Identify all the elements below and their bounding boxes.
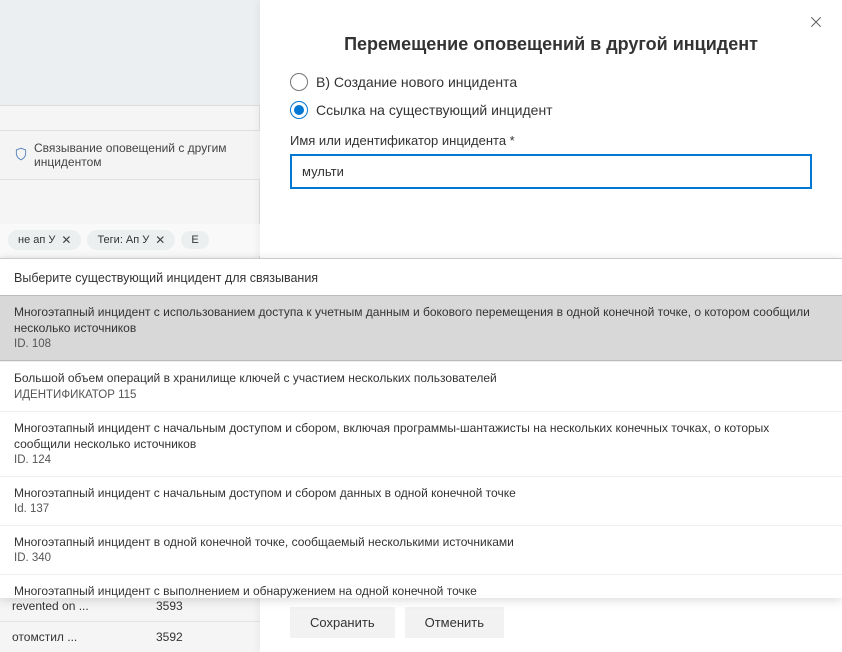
- dropdown-item-title: Многоэтапный инцидент с начальным доступ…: [14, 485, 828, 501]
- incident-id-label: Имя или идентификатор инцидента *: [290, 133, 812, 148]
- shield-icon: [14, 147, 28, 164]
- cancel-button[interactable]: Отменить: [405, 607, 504, 638]
- filter-pill[interactable]: Теги: Ап У ✕: [87, 230, 175, 250]
- close-panel-button[interactable]: [808, 14, 824, 35]
- radio-unselected-icon[interactable]: [290, 73, 308, 91]
- row-cell: 3592: [156, 630, 216, 644]
- dropdown-item-title: Многоэтапный инцидент с начальным доступ…: [14, 420, 828, 452]
- bg-filters-row: не ап У ✕ Теги: Ап У ✕ Е: [0, 224, 260, 256]
- filter-pill[interactable]: Е: [181, 231, 208, 249]
- option-create-new-label: В) Создание нового инцидента: [316, 74, 517, 90]
- incident-suggestions-dropdown: Выберите существующий инцидент для связы…: [0, 258, 842, 598]
- dropdown-item-id: ID. 124: [14, 454, 828, 466]
- dropdown-item-id: ИДЕНТИФИКАТОР 115: [14, 389, 828, 401]
- panel-title: Перемещение оповещений в другой инцидент: [260, 34, 842, 55]
- dropdown-item[interactable]: Многоэтапный инцидент в одной конечной т…: [0, 525, 842, 574]
- dropdown-item-title: Многоэтапный инцидент с выполнением и об…: [14, 583, 828, 598]
- bg-info-text: Связывание оповещений с другим инциденто…: [34, 141, 246, 169]
- dropdown-item[interactable]: Многоэтапный инцидент с использованием д…: [0, 295, 842, 361]
- radio-selected-icon[interactable]: [290, 101, 308, 119]
- filter-pill-label: Теги: Ап У: [97, 234, 149, 246]
- incident-id-input[interactable]: [290, 154, 812, 189]
- row-cell: revented on ...: [12, 599, 132, 613]
- filter-pill-label: не ап У: [18, 234, 55, 246]
- row-cell: 3593: [156, 599, 216, 613]
- close-icon[interactable]: ✕: [61, 233, 71, 247]
- dropdown-item-id: Id. 137: [14, 503, 828, 515]
- dropdown-item-id: ID. 108: [14, 338, 828, 350]
- filter-pill-label: Е: [191, 234, 198, 246]
- filter-pill[interactable]: не ап У ✕: [8, 230, 81, 250]
- bg-table-rows: revented on ... 3593 отомстил ... 3592: [0, 590, 260, 652]
- dropdown-header: Выберите существующий инцидент для связы…: [0, 259, 842, 295]
- panel-footer: Сохранить Отменить: [290, 607, 504, 638]
- row-cell: отомстил ...: [12, 630, 132, 644]
- panel-body: В) Создание нового инцидента Ссылка на с…: [260, 55, 842, 189]
- dropdown-item[interactable]: Большой объем операций в хранилище ключе…: [0, 361, 842, 410]
- save-button[interactable]: Сохранить: [290, 607, 395, 638]
- close-icon[interactable]: ✕: [155, 233, 165, 247]
- table-row[interactable]: отомстил ... 3592: [0, 621, 260, 652]
- bg-info-bar: Связывание оповещений с другим инциденто…: [0, 130, 260, 180]
- dropdown-item-title: Многоэтапный инцидент в одной конечной т…: [14, 534, 828, 550]
- dropdown-item-id: ID. 340: [14, 552, 828, 564]
- bg-toolbar-block: [0, 0, 260, 106]
- option-create-new[interactable]: В) Создание нового инцидента: [290, 73, 812, 91]
- option-link-existing[interactable]: Ссылка на существующий инцидент: [290, 101, 812, 119]
- close-icon: [808, 14, 824, 30]
- dropdown-item-title: Многоэтапный инцидент с использованием д…: [14, 304, 828, 336]
- dropdown-item[interactable]: Многоэтапный инцидент с начальным доступ…: [0, 411, 842, 476]
- dropdown-item[interactable]: Многоэтапный инцидент с начальным доступ…: [0, 476, 842, 525]
- dropdown-item-title: Большой объем операций в хранилище ключе…: [14, 370, 828, 386]
- dropdown-item[interactable]: Многоэтапный инцидент с выполнением и об…: [0, 574, 842, 598]
- option-link-existing-label: Ссылка на существующий инцидент: [316, 102, 553, 118]
